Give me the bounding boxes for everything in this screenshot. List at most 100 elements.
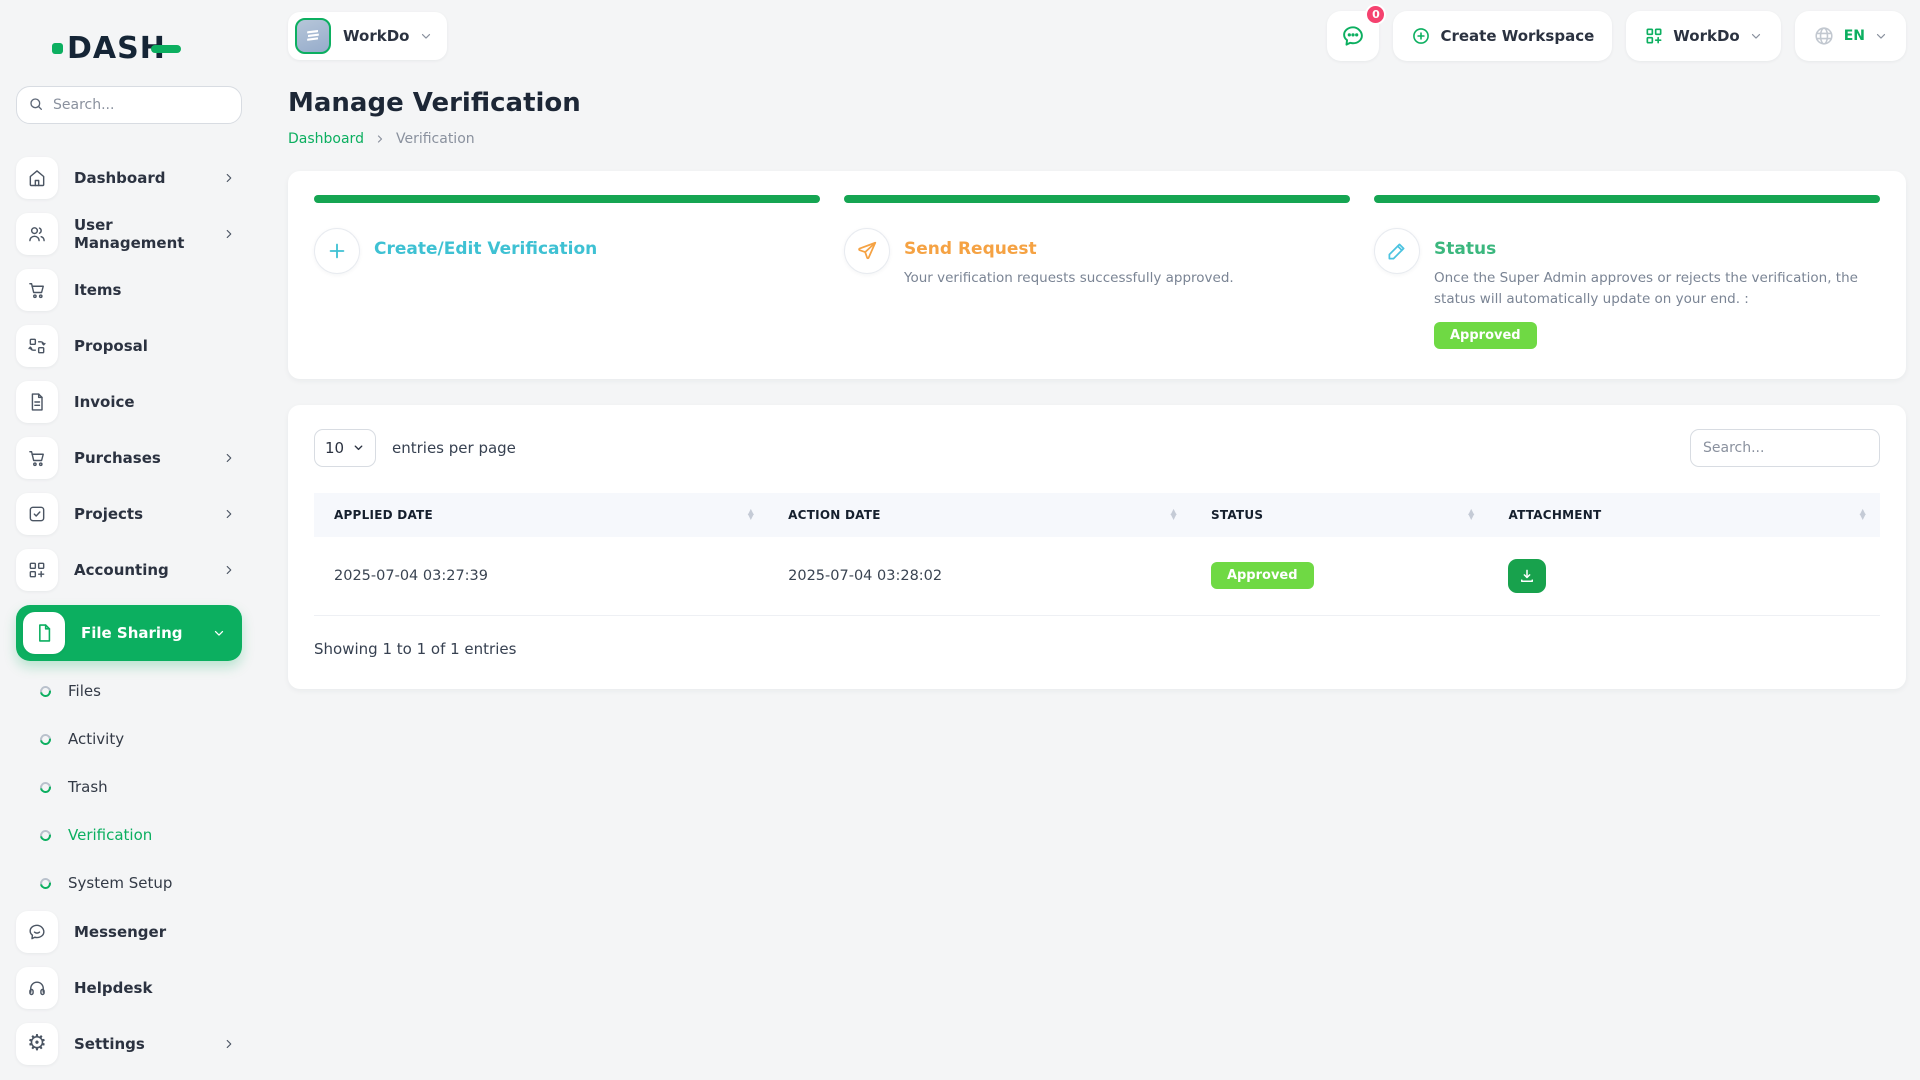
action-date-cell: 2025-07-04 03:28:02 bbox=[768, 537, 1191, 616]
sidebar-item-label: Projects bbox=[74, 505, 222, 523]
entries-per-page-value: 10 bbox=[325, 439, 344, 457]
workspace-selector[interactable]: WorkDo bbox=[288, 12, 447, 60]
chevron-down-icon bbox=[212, 626, 226, 640]
step-status: Status Once the Super Admin approves or … bbox=[1374, 195, 1880, 349]
circle-bullet-icon bbox=[38, 875, 53, 890]
sidebar-item-label: Settings bbox=[74, 1035, 222, 1053]
chat-bubble-icon bbox=[16, 911, 58, 953]
create-workspace-button[interactable]: Create Workspace bbox=[1393, 11, 1612, 61]
step-progress-bar bbox=[314, 195, 820, 203]
create-workspace-label: Create Workspace bbox=[1440, 27, 1594, 45]
sort-icon[interactable]: ▲▼ bbox=[1161, 510, 1177, 520]
sort-icon[interactable]: ▲▼ bbox=[1458, 510, 1474, 520]
sidebar-subitem-trash[interactable]: Trash bbox=[26, 767, 242, 807]
cart-icon bbox=[16, 269, 58, 311]
messages-button[interactable]: 0 bbox=[1327, 11, 1379, 61]
dash-logo[interactable]: DASH bbox=[52, 28, 242, 68]
sidebar-subitem-label: Activity bbox=[68, 730, 124, 748]
workspace-switcher[interactable]: WorkDo bbox=[1626, 11, 1780, 61]
workspace-avatar bbox=[295, 18, 331, 54]
status-cell: Approved bbox=[1191, 537, 1489, 616]
logo-dash-bar bbox=[151, 45, 181, 53]
sidebar-item-helpdesk[interactable]: Helpdesk bbox=[16, 967, 242, 1009]
sidebar-item-label: Items bbox=[74, 281, 242, 299]
sidebar-item-label: Messenger bbox=[74, 923, 242, 941]
workspace-switcher-label: WorkDo bbox=[1673, 27, 1739, 45]
step-title[interactable]: Create/Edit Verification bbox=[374, 239, 597, 259]
sidebar-search bbox=[16, 86, 242, 124]
sidebar-search-input[interactable] bbox=[16, 86, 242, 124]
chevron-right-icon bbox=[374, 133, 386, 145]
sidebar-item-label: Dashboard bbox=[74, 169, 222, 187]
chevron-right-icon bbox=[222, 171, 236, 185]
entries-per-page-label: entries per page bbox=[392, 439, 516, 457]
sidebar-item-label: Proposal bbox=[74, 337, 242, 355]
chevron-right-icon bbox=[222, 507, 236, 521]
sidebar-item-purchases[interactable]: Purchases bbox=[16, 437, 242, 479]
chevron-right-icon bbox=[222, 563, 236, 577]
step-send-request: Send Request Your verification requests … bbox=[844, 195, 1350, 349]
step-create-edit-verification: Create/Edit Verification bbox=[314, 195, 820, 349]
column-header-action-date[interactable]: ACTION DATE ▲▼ bbox=[768, 493, 1191, 537]
sidebar-nav: Dashboard User Management Items Pr bbox=[16, 157, 242, 1065]
sidebar-subitem-verification[interactable]: Verification bbox=[26, 815, 242, 855]
circle-bullet-icon bbox=[38, 731, 53, 746]
chevron-right-icon bbox=[222, 227, 236, 241]
search-icon bbox=[28, 96, 44, 112]
sidebar-item-label: User Management bbox=[74, 216, 222, 252]
invoice-document-icon bbox=[16, 381, 58, 423]
plus-icon[interactable] bbox=[314, 228, 360, 274]
sidebar-subitem-system-setup[interactable]: System Setup bbox=[26, 863, 242, 903]
verification-table-card: 10 entries per page APPLIED DATE ▲▼ ACT bbox=[288, 405, 1906, 689]
sidebar-subitem-activity[interactable]: Activity bbox=[26, 719, 242, 759]
table-search-input[interactable] bbox=[1690, 429, 1880, 467]
language-selector[interactable]: EN bbox=[1795, 11, 1906, 61]
verification-table: APPLIED DATE ▲▼ ACTION DATE ▲▼ STATUS ▲▼… bbox=[314, 493, 1880, 616]
headphones-icon bbox=[16, 967, 58, 1009]
sort-icon[interactable]: ▲▼ bbox=[1850, 510, 1866, 520]
entries-per-page-select[interactable]: 10 bbox=[314, 429, 376, 467]
logo-dot bbox=[52, 43, 63, 54]
column-header-applied-date[interactable]: APPLIED DATE ▲▼ bbox=[314, 493, 768, 537]
column-header-status[interactable]: STATUS ▲▼ bbox=[1191, 493, 1489, 537]
sidebar-item-settings[interactable]: ⚙ Settings bbox=[16, 1023, 242, 1065]
sidebar-subitem-label: System Setup bbox=[68, 874, 172, 892]
home-icon bbox=[16, 157, 58, 199]
sidebar-item-proposal[interactable]: Proposal bbox=[16, 325, 242, 367]
sidebar-item-dashboard[interactable]: Dashboard bbox=[16, 157, 242, 199]
proposal-grid-icon bbox=[16, 325, 58, 367]
chevron-down-icon bbox=[419, 29, 433, 43]
download-attachment-button[interactable] bbox=[1508, 559, 1546, 593]
page-title: Manage Verification bbox=[288, 88, 1906, 118]
status-badge: Approved bbox=[1211, 562, 1314, 589]
plus-circle-icon bbox=[1411, 26, 1431, 46]
status-badge: Approved bbox=[1434, 322, 1537, 349]
language-code: EN bbox=[1844, 28, 1865, 44]
sidebar-item-items[interactable]: Items bbox=[16, 269, 242, 311]
table-controls: 10 entries per page bbox=[314, 429, 1880, 467]
column-header-attachment[interactable]: ATTACHMENT ▲▼ bbox=[1488, 493, 1880, 537]
notification-badge: 0 bbox=[1365, 4, 1386, 25]
sidebar-subitem-label: Trash bbox=[68, 778, 108, 796]
sidebar-item-user-management[interactable]: User Management bbox=[16, 213, 242, 255]
attachment-cell bbox=[1488, 537, 1880, 616]
chevron-down-icon bbox=[1749, 29, 1763, 43]
breadcrumb-dashboard-link[interactable]: Dashboard bbox=[288, 131, 364, 147]
pencil-icon bbox=[1374, 228, 1420, 274]
sidebar-item-projects[interactable]: Projects bbox=[16, 493, 242, 535]
sidebar-item-messenger[interactable]: Messenger bbox=[16, 911, 242, 953]
sidebar-subitem-files[interactable]: Files bbox=[26, 671, 242, 711]
sort-icon[interactable]: ▲▼ bbox=[738, 510, 754, 520]
sidebar-item-label: File Sharing bbox=[81, 624, 212, 642]
chevron-down-icon bbox=[1874, 29, 1888, 43]
sidebar-item-invoice[interactable]: Invoice bbox=[16, 381, 242, 423]
grid-plus-icon bbox=[16, 549, 58, 591]
table-summary: Showing 1 to 1 of 1 entries bbox=[314, 640, 1880, 658]
sidebar-item-accounting[interactable]: Accounting bbox=[16, 549, 242, 591]
sidebar-item-file-sharing[interactable]: File Sharing bbox=[16, 605, 242, 661]
step-progress-bar bbox=[844, 195, 1350, 203]
step-description: Your verification requests successfully … bbox=[904, 268, 1234, 289]
file-icon bbox=[23, 612, 65, 654]
table-header-row: APPLIED DATE ▲▼ ACTION DATE ▲▼ STATUS ▲▼… bbox=[314, 493, 1880, 537]
circle-bullet-icon bbox=[38, 683, 53, 698]
